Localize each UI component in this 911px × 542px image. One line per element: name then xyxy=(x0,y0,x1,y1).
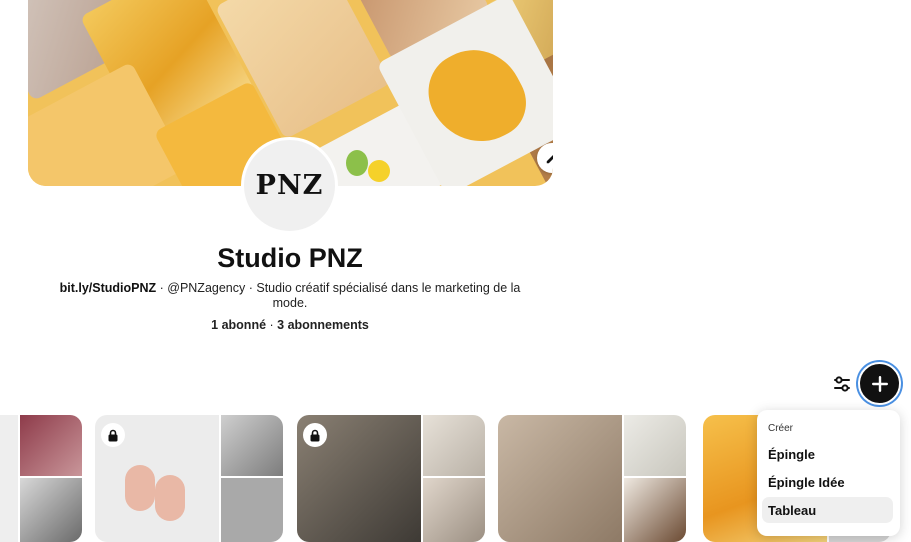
board-cover-image xyxy=(423,478,485,542)
board-card[interactable] xyxy=(0,415,82,542)
board-card[interactable] xyxy=(498,415,686,542)
board-cover-image xyxy=(624,415,686,476)
board-cover-image xyxy=(155,475,185,521)
following-count[interactable]: 3 abonnements xyxy=(277,318,369,332)
menu-item-pin[interactable]: Épingle xyxy=(762,441,893,467)
board-cover-image xyxy=(221,478,283,542)
profile-follow-stats: 1 abonné · 3 abonnements xyxy=(0,318,580,332)
menu-item-idea-pin[interactable]: Épingle Idée xyxy=(762,469,893,495)
avatar-logo-text: PNZ xyxy=(255,170,324,201)
board-card[interactable] xyxy=(297,415,485,542)
avatar[interactable]: PNZ xyxy=(241,137,338,234)
profile-bio-text: · @PNZagency · Studio créatif spécialisé… xyxy=(156,281,521,310)
board-cover-image xyxy=(20,415,82,476)
menu-item-board[interactable]: Tableau xyxy=(762,497,893,523)
followers-count[interactable]: 1 abonné xyxy=(211,318,266,332)
plus-icon xyxy=(871,375,888,392)
cover-decoration xyxy=(346,150,368,176)
lock-icon xyxy=(303,423,327,447)
board-cover-image xyxy=(624,478,686,542)
profile-website-link[interactable]: bit.ly/StudioPNZ xyxy=(60,281,157,295)
board-cover-image xyxy=(221,415,283,476)
profile-bio: bit.ly/StudioPNZ · @PNZagency · Studio c… xyxy=(42,281,538,311)
board-card[interactable] xyxy=(95,415,283,542)
sliders-icon xyxy=(834,376,850,392)
create-button[interactable] xyxy=(858,362,901,405)
filter-button[interactable] xyxy=(828,370,856,398)
board-cover-image xyxy=(423,415,485,476)
create-menu-title: Créer xyxy=(768,423,794,434)
board-cover-image xyxy=(498,415,622,542)
lock-icon xyxy=(101,423,125,447)
profile-name: Studio PNZ xyxy=(217,243,363,273)
board-cover-image xyxy=(20,478,82,542)
board-cover-image xyxy=(0,415,18,542)
create-menu: Créer Épingle Épingle Idée Tableau xyxy=(757,410,900,536)
cover-decoration xyxy=(368,160,390,182)
stats-separator: · xyxy=(266,318,278,332)
board-cover-image xyxy=(125,465,155,511)
pencil-icon xyxy=(546,154,553,164)
